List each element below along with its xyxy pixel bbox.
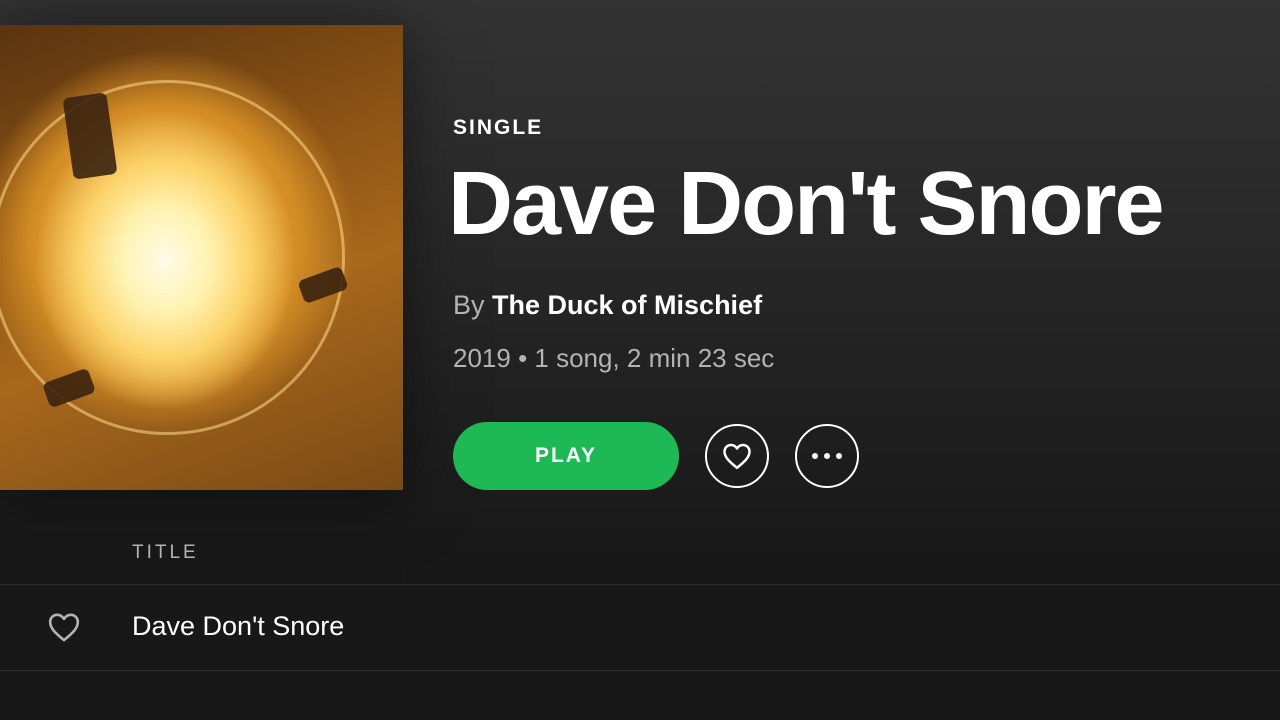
album-title: Dave Don't Snore: [448, 154, 1165, 254]
heart-outline-icon[interactable]: [46, 611, 82, 643]
column-header-title: TITLE: [132, 542, 199, 563]
more-options-button[interactable]: [795, 424, 859, 488]
album-page: SINGLE Dave Don't Snore By The Duck of M…: [0, 0, 1280, 720]
artist-link[interactable]: The Duck of Mischief: [492, 290, 762, 320]
album-byline: By The Duck of Mischief: [453, 290, 762, 321]
heart-outline-icon: [723, 443, 751, 470]
tracklist-header: TITLE: [0, 540, 1280, 585]
album-cover-image: [0, 25, 403, 490]
album-type-label: SINGLE: [453, 116, 544, 139]
save-to-library-button[interactable]: [705, 424, 769, 488]
track-title[interactable]: Dave Don't Snore: [132, 611, 344, 642]
track-row[interactable]: Dave Don't Snore: [0, 585, 1280, 671]
byline-prefix: By: [453, 290, 485, 320]
play-button[interactable]: PLAY: [453, 422, 679, 490]
album-controls: PLAY: [453, 422, 859, 490]
album-meta: 2019 • 1 song, 2 min 23 sec: [453, 343, 775, 373]
ellipsis-icon: [812, 453, 842, 459]
